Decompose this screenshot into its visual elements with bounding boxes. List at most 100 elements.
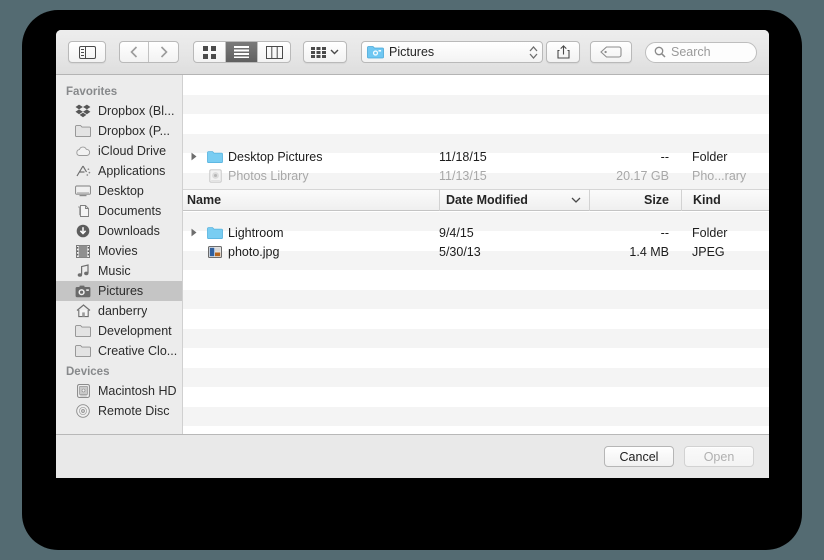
documents-icon <box>75 203 91 219</box>
sidebar-item-movies[interactable]: Movies <box>56 241 182 261</box>
photos-library-icon <box>205 169 225 183</box>
file-date-modified: 11/18/15 <box>439 149 487 164</box>
harddisk-icon <box>76 384 90 398</box>
movies-icon <box>75 243 91 259</box>
pictures-icon <box>75 283 91 299</box>
sidebar-section-header: Devices <box>66 366 110 378</box>
dropbox-icon <box>75 104 91 118</box>
sidebar-item-label: Documents <box>98 204 162 218</box>
back-button[interactable] <box>120 42 149 62</box>
column-header-row: Name Date Modified Size Kind <box>183 189 769 211</box>
file-kind: JPEG <box>692 244 725 259</box>
column-header-size[interactable]: Size <box>589 189 681 211</box>
applications-icon <box>76 165 91 177</box>
tag-icon <box>600 46 622 58</box>
optical-disc-icon <box>75 403 91 419</box>
file-kind: Folder <box>692 225 728 240</box>
movies-icon <box>76 244 90 258</box>
sidebar: Favorites Dropbox (Bl... Dropbox (P... iClo… <box>56 75 183 434</box>
sidebar-item-documents[interactable]: Documents <box>56 201 182 221</box>
cancel-button[interactable]: Cancel <box>604 446 674 467</box>
row-stripe <box>183 406 769 426</box>
sidebar-toggle-button[interactable] <box>68 41 106 63</box>
disclosure-triangle-icon[interactable] <box>183 228 205 237</box>
view-as-icons-button[interactable] <box>194 42 226 62</box>
window-body: Favorites Dropbox (Bl... Dropbox (P... iClo… <box>56 75 769 434</box>
sidebar-item-label: Applications <box>98 164 166 178</box>
sidebar-item-macintosh-hd[interactable]: Macintosh HD <box>56 381 182 401</box>
column-header-date-modified[interactable]: Date Modified <box>439 189 589 211</box>
path-popup-button[interactable]: Pictures <box>361 41 543 63</box>
disclosure-triangle-icon[interactable] <box>183 152 205 161</box>
up-down-stepper-icon <box>529 45 538 60</box>
cloud-icon <box>75 143 91 159</box>
file-size: -- <box>660 225 669 240</box>
forward-button[interactable] <box>149 42 178 62</box>
open-button[interactable]: Open <box>684 446 754 467</box>
file-size: 20.17 GB <box>616 168 669 183</box>
disclosure-triangle-icon <box>191 228 197 237</box>
sidebar-item-label: Movies <box>98 244 138 258</box>
chevron-right-icon <box>160 46 168 58</box>
applications-icon <box>75 163 91 179</box>
sidebar-item-applications[interactable]: Applications <box>56 161 182 181</box>
list-view-icon <box>234 46 249 58</box>
jpeg-image-icon <box>208 245 222 258</box>
open-file-dialog: Pictures Search Favorites Dropbox (Bl...… <box>56 30 769 478</box>
table-row[interactable]: Lightroom 9/4/15 -- Folder <box>183 223 769 243</box>
sidebar-item-music[interactable]: Music <box>56 261 182 281</box>
search-input[interactable]: Search <box>645 41 757 63</box>
sidebar-item-label: Desktop <box>98 184 144 198</box>
sidebar-item-remote-disc[interactable]: Remote Disc <box>56 401 182 421</box>
sidebar-item-icloud-drive[interactable]: iCloud Drive <box>56 141 182 161</box>
file-name: Desktop Pictures <box>228 149 323 164</box>
jpeg-image-icon <box>205 245 225 258</box>
music-icon <box>77 264 89 277</box>
table-row[interactable]: Photos Library 11/13/15 20.17 GB Pho...rary <box>183 166 769 186</box>
home-icon <box>76 304 90 318</box>
sidebar-item-creative-clo[interactable]: Creative Clo... <box>56 341 182 361</box>
sidebar-item-danberry[interactable]: danberry <box>56 301 182 321</box>
optical-disc-icon <box>76 404 90 418</box>
column-header-name[interactable]: Name <box>183 189 439 211</box>
tag-button[interactable] <box>590 41 632 63</box>
column-header-date-label: Date Modified <box>446 193 528 207</box>
photos-library-icon <box>208 169 222 183</box>
arrange-by-button[interactable] <box>303 41 347 63</box>
view-mode-switcher <box>193 41 291 63</box>
pictures-icon <box>75 285 91 297</box>
sidebar-item-label: Downloads <box>98 224 160 238</box>
file-name: Photos Library <box>228 168 309 183</box>
sidebar-item-label: Macintosh HD <box>98 384 177 398</box>
file-size: -- <box>660 149 669 164</box>
table-row[interactable]: Desktop Pictures 11/18/15 -- Folder <box>183 147 769 167</box>
sidebar-item-label: iCloud Drive <box>98 144 167 158</box>
table-row[interactable]: photo.jpg 5/30/13 1.4 MB JPEG <box>183 242 769 262</box>
file-kind: Pho...rary <box>692 168 747 183</box>
folder-icon <box>75 125 91 138</box>
share-button[interactable] <box>546 41 580 63</box>
file-date-modified: 9/4/15 <box>439 225 474 240</box>
view-as-list-button[interactable] <box>226 42 258 62</box>
file-date-modified: 5/30/13 <box>439 244 481 259</box>
file-list-pane[interactable]: Desktop Pictures 11/18/15 -- Folder Photos L… <box>183 75 769 434</box>
sidebar-item-label: danberry <box>98 304 148 318</box>
sidebar-item-dropbox-bl[interactable]: Dropbox (Bl... <box>56 101 182 121</box>
desktop-icon <box>75 185 91 197</box>
view-as-columns-button[interactable] <box>258 42 290 62</box>
file-name: photo.jpg <box>228 244 280 259</box>
folder-icon <box>75 343 91 359</box>
column-header-kind[interactable]: Kind <box>681 189 769 211</box>
sidebar-item-label: Dropbox (Bl... <box>98 104 175 118</box>
sidebar-item-desktop[interactable]: Desktop <box>56 181 182 201</box>
folder-icon <box>75 123 91 139</box>
icon-view-icon <box>203 45 216 59</box>
chevron-left-icon <box>130 46 138 58</box>
sidebar-item-development[interactable]: Development <box>56 321 182 341</box>
sidebar-item-downloads[interactable]: Downloads <box>56 221 182 241</box>
sidebar-item-pictures[interactable]: Pictures <box>56 281 182 301</box>
sidebar-item-label: Pictures <box>98 284 144 298</box>
sidebar-toggle-icon <box>78 45 96 59</box>
documents-icon <box>78 205 89 217</box>
sidebar-item-dropbox-p[interactable]: Dropbox (P... <box>56 121 182 141</box>
